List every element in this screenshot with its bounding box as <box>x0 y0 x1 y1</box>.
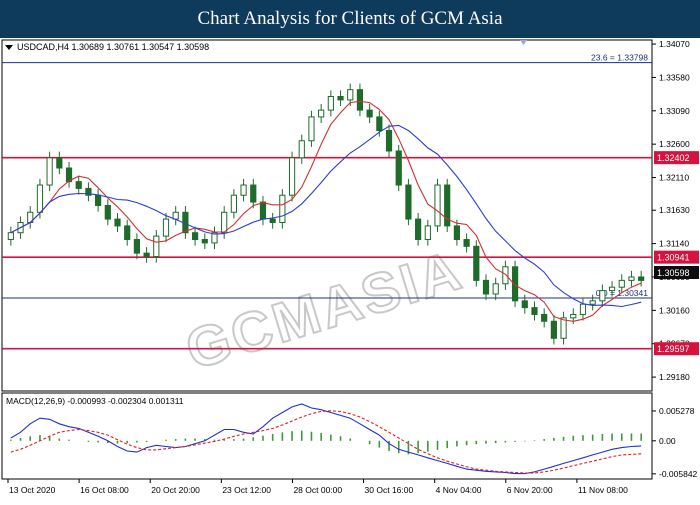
candle-body <box>434 184 441 227</box>
candle-body <box>492 283 499 295</box>
candle-body <box>269 218 276 223</box>
candle-body <box>531 307 538 315</box>
time-axis: 13 Oct 2020 16 Oct 08:00 20 Oct 20:00 23 Oc… <box>7 479 628 495</box>
time-axis-tick-label: 23 Oct 12:00 <box>222 485 271 495</box>
price-axis-tick-label: 1.32600 <box>659 139 690 149</box>
candle-body <box>570 313 577 319</box>
time-axis-tick-label: 28 Oct 00:00 <box>293 485 342 495</box>
time-axis-tick-label: 16 Oct 08:00 <box>80 485 129 495</box>
macd-panel: MACD(12,26,9) -0.000993 -0.002304 0.0013… <box>1 392 698 480</box>
candle-body <box>579 303 587 315</box>
price-axis-tick-label: 1.30160 <box>659 305 690 315</box>
candle-body <box>366 109 373 118</box>
candle-body <box>589 300 596 305</box>
time-axis-tick-label: 4 Nov 04:00 <box>436 485 482 495</box>
time-axis-tick-label: 30 Oct 16:00 <box>365 485 414 495</box>
candle-body <box>46 157 53 186</box>
candle-body <box>453 225 461 241</box>
candle-body <box>95 194 102 206</box>
candle-body <box>162 218 170 237</box>
candle-body <box>482 279 490 295</box>
candle-body <box>415 218 422 241</box>
time-axis-tick-label: 20 Oct 20:00 <box>151 485 200 495</box>
candle-body <box>395 150 402 186</box>
candle-body <box>56 157 63 169</box>
candle-body <box>638 276 645 281</box>
chart-frame: GCMASIA 23.6 = 1.337980.0 = 1.30341 USDC… <box>0 38 700 500</box>
candle-body <box>318 109 325 118</box>
candle-body <box>356 89 364 111</box>
candle-body <box>104 204 111 220</box>
level-tag-label: 1.30941 <box>657 252 690 262</box>
page-title: Chart Analysis for Clients of GCM Asia <box>197 8 503 29</box>
price-axis-tick-label: 1.31140 <box>659 239 689 249</box>
candle-body <box>7 232 14 241</box>
candle-body <box>308 116 315 142</box>
macd-axis-tick-label: 0.00 <box>659 436 676 446</box>
current-price-label: 1.30598 <box>657 268 690 278</box>
candle-body <box>541 313 548 322</box>
time-axis-tick-label: 6 Nov 20:00 <box>507 485 553 495</box>
candle-body <box>114 218 121 227</box>
price-axis-tick-label: 1.33090 <box>659 106 690 116</box>
macd-axis-tick-label: -0.005842 <box>659 469 698 479</box>
price-axis: 1.34070 1.33580 1.33090 1.32600 1.32110 1.316… <box>652 39 690 382</box>
price-axis-tick-label: 1.32110 <box>659 173 689 183</box>
candle-body <box>230 194 237 213</box>
candle-body <box>259 201 267 220</box>
symbol-info: USDCAD,H4 1.30689 1.30761 1.30547 1.3059… <box>17 42 209 52</box>
candle-body <box>618 279 625 288</box>
candle-body <box>153 235 160 258</box>
candle-body <box>405 184 412 220</box>
candle-body <box>250 184 257 203</box>
macd-axis: 0.005278 0.00 -0.005842 <box>652 406 698 479</box>
candle-body <box>172 211 179 220</box>
candle-body <box>385 130 393 152</box>
level-tag-label: 1.29597 <box>657 344 690 354</box>
candle-body <box>143 252 150 258</box>
candle-body <box>502 266 509 285</box>
level-tag-label: 1.32402 <box>657 153 690 163</box>
candle-body <box>124 225 131 241</box>
candle-body <box>463 239 470 247</box>
candle-body <box>424 225 431 241</box>
time-axis-tick-label: 13 Oct 2020 <box>9 485 56 495</box>
candle-body <box>279 194 286 223</box>
candle-body <box>240 184 247 196</box>
candle-body <box>288 157 296 196</box>
candle-body <box>599 290 606 302</box>
macd-axis-tick-label: 0.005278 <box>659 406 695 416</box>
symbol-line: USDCAD,H4 1.30689 1.30761 1.30547 1.3059… <box>5 42 209 52</box>
candle-body <box>337 95 344 101</box>
candle-body <box>191 232 199 241</box>
fibo-label: 23.6 = 1.33798 <box>591 53 648 63</box>
candle-body <box>36 184 44 213</box>
candle-body <box>473 245 480 281</box>
candle-body <box>201 239 208 244</box>
candle-body <box>550 320 557 339</box>
price-axis-tick-label: 1.33580 <box>659 72 690 82</box>
candle-body <box>608 286 616 292</box>
time-axis-tick-label: 11 Nov 08:00 <box>578 485 628 495</box>
price-axis-tick-label: 1.29180 <box>659 372 690 382</box>
price-axis-tick-label: 1.34070 <box>659 39 690 49</box>
candle-body <box>347 89 354 101</box>
price-panel: GCMASIA 23.6 = 1.337980.0 = 1.30341 USDC… <box>1 39 699 392</box>
candle-body <box>298 140 305 159</box>
current-price-tag: 1.30598 <box>654 266 699 279</box>
price-axis-tick-label: 1.31630 <box>659 205 690 215</box>
candle-body <box>75 181 82 189</box>
candle-body <box>376 116 383 132</box>
candle-body <box>521 300 528 309</box>
candle-body <box>560 317 567 339</box>
chart-svg: GCMASIA 23.6 = 1.337980.0 = 1.30341 USDC… <box>1 39 699 495</box>
candle-body <box>327 95 334 111</box>
candle-body <box>628 276 635 281</box>
macd-title: MACD(12,26,9) -0.000993 -0.002304 0.0013… <box>6 396 184 406</box>
candle-body <box>133 239 141 254</box>
candle-body <box>221 211 228 234</box>
